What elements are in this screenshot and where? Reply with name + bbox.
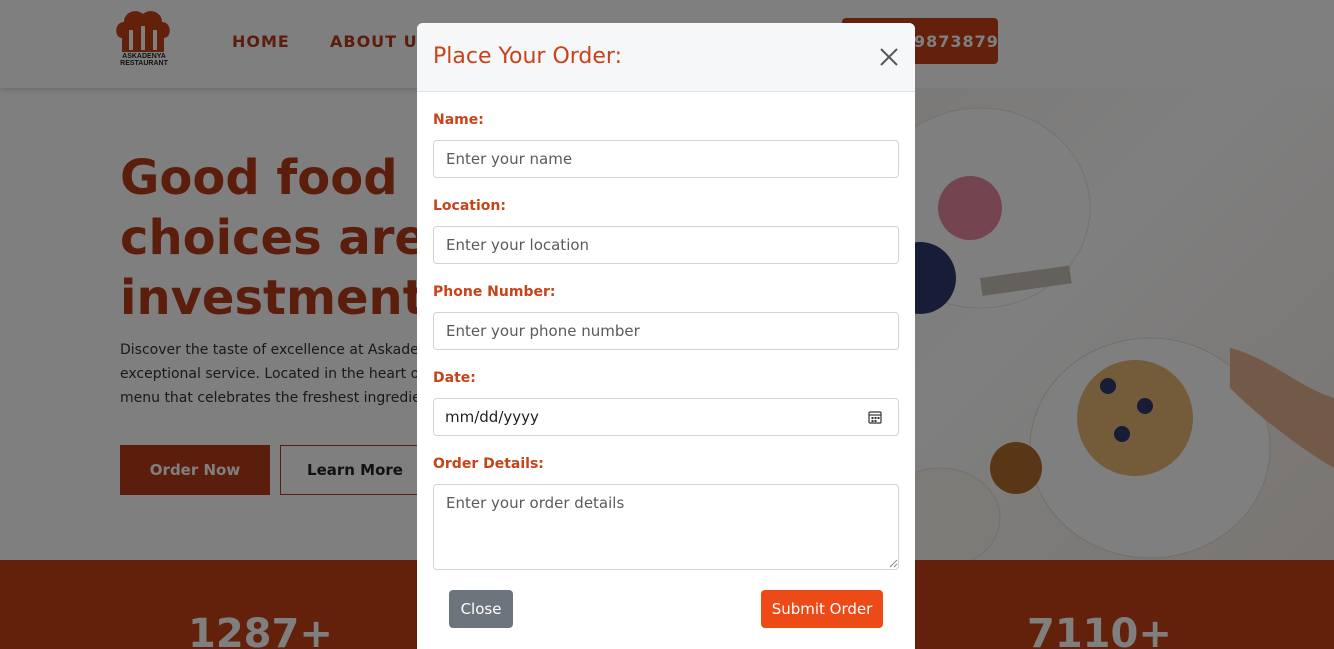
location-label: Location:	[433, 198, 506, 214]
close-icon[interactable]	[879, 47, 899, 67]
order-details-textarea[interactable]	[433, 484, 899, 570]
order-modal: Place Your Order: Name: Location: Phone …	[417, 23, 915, 649]
order-details-label: Order Details:	[433, 456, 544, 472]
phone-input[interactable]	[433, 312, 899, 350]
phone-label: Phone Number:	[433, 284, 556, 300]
submit-order-button[interactable]: Submit Order	[761, 590, 883, 628]
date-label: Date:	[433, 370, 476, 386]
resize-handle-icon[interactable]	[889, 559, 898, 568]
name-label: Name:	[433, 112, 484, 128]
name-input[interactable]	[433, 140, 899, 178]
modal-title: Place Your Order:	[433, 44, 622, 69]
calendar-icon[interactable]	[868, 410, 882, 424]
close-button[interactable]: Close	[449, 590, 513, 628]
date-value: mm/dd/yyyy	[445, 408, 539, 426]
modal-header: Place Your Order:	[417, 23, 915, 92]
location-input[interactable]	[433, 226, 899, 264]
